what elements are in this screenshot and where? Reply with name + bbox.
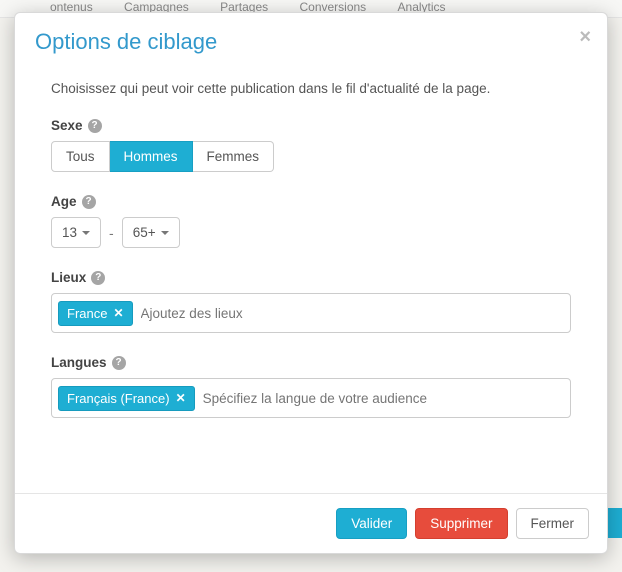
places-label: Lieux ? xyxy=(51,270,571,285)
age-max-value: 65+ xyxy=(133,225,156,240)
sex-label: Sexe ? xyxy=(51,118,571,133)
modal-title: Options de ciblage xyxy=(35,29,587,55)
chevron-down-icon xyxy=(82,231,90,235)
sex-buttons: Tous Hommes Femmes xyxy=(51,141,571,172)
age-min-dropdown[interactable]: 13 xyxy=(51,217,101,248)
sex-option-all[interactable]: Tous xyxy=(51,141,110,172)
age-dash: - xyxy=(109,225,114,241)
targeting-modal: Options de ciblage × Choisissez qui peut… xyxy=(14,12,608,554)
places-input-container[interactable]: France ✕ xyxy=(51,293,571,333)
intro-text: Choisissez qui peut voir cette publicati… xyxy=(51,81,571,96)
close-icon[interactable]: × xyxy=(579,27,591,47)
language-tag: Français (France) ✕ xyxy=(58,386,195,411)
places-input[interactable] xyxy=(141,306,564,321)
age-label: Age ? xyxy=(51,194,571,209)
delete-button[interactable]: Supprimer xyxy=(415,508,507,539)
close-button[interactable]: Fermer xyxy=(516,508,590,539)
modal-header: Options de ciblage × xyxy=(15,13,607,63)
remove-tag-icon[interactable]: ✕ xyxy=(113,306,123,320)
chevron-down-icon xyxy=(161,231,169,235)
age-label-text: Age xyxy=(51,194,77,209)
help-icon[interactable]: ? xyxy=(91,271,105,285)
languages-group: Langues ? Français (France) ✕ xyxy=(51,355,571,418)
language-tag-label: Français (France) xyxy=(67,391,170,406)
validate-button[interactable]: Valider xyxy=(336,508,407,539)
place-tag-label: France xyxy=(67,306,107,321)
background-stub xyxy=(608,508,622,538)
languages-input-container[interactable]: Français (France) ✕ xyxy=(51,378,571,418)
places-label-text: Lieux xyxy=(51,270,86,285)
sex-group: Sexe ? Tous Hommes Femmes xyxy=(51,118,571,172)
age-max-dropdown[interactable]: 65+ xyxy=(122,217,180,248)
modal-body: Choisissez qui peut voir cette publicati… xyxy=(15,63,607,493)
help-icon[interactable]: ? xyxy=(88,119,102,133)
age-min-value: 13 xyxy=(62,225,77,240)
sex-option-women[interactable]: Femmes xyxy=(193,141,275,172)
sex-label-text: Sexe xyxy=(51,118,83,133)
languages-label-text: Langues xyxy=(51,355,107,370)
places-group: Lieux ? France ✕ xyxy=(51,270,571,333)
help-icon[interactable]: ? xyxy=(82,195,96,209)
languages-input[interactable] xyxy=(203,391,564,406)
remove-tag-icon[interactable]: ✕ xyxy=(176,391,186,405)
place-tag: France ✕ xyxy=(58,301,133,326)
languages-label: Langues ? xyxy=(51,355,571,370)
age-row: 13 - 65+ xyxy=(51,217,571,248)
help-icon[interactable]: ? xyxy=(112,356,126,370)
sex-option-men[interactable]: Hommes xyxy=(110,141,193,172)
modal-footer: Valider Supprimer Fermer xyxy=(15,493,607,553)
age-group: Age ? 13 - 65+ xyxy=(51,194,571,248)
